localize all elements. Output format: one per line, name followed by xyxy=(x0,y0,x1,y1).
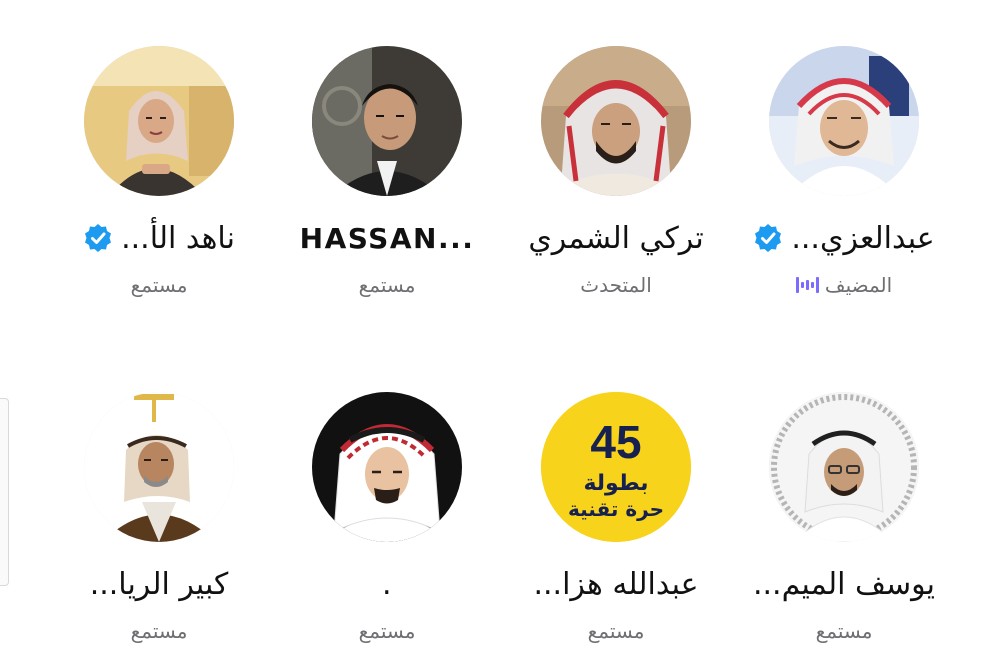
avatar[interactable] xyxy=(769,46,919,196)
role-row: مستمع xyxy=(45,616,273,646)
participant-card[interactable]: عبدالعزي... المضيف xyxy=(730,0,958,300)
participant-role: مستمع xyxy=(358,273,416,297)
avatar-man-bisht xyxy=(84,392,234,542)
participant-card[interactable]: تركي الشمري المتحدث xyxy=(502,0,730,300)
avatar[interactable] xyxy=(541,46,691,196)
avatar[interactable] xyxy=(312,392,462,542)
svg-text:حرة تقنية: حرة تقنية xyxy=(568,497,664,521)
participant-name: عبدالعزي... xyxy=(791,220,935,256)
name-row: عبدالله هزا... xyxy=(502,564,730,604)
name-row: HASSAN... xyxy=(273,218,501,258)
avatar[interactable] xyxy=(312,46,462,196)
avatar[interactable] xyxy=(84,46,234,196)
role-row: مستمع xyxy=(502,616,730,646)
role-row: مستمع xyxy=(730,616,958,646)
avatar-woman-hijab xyxy=(84,46,234,196)
svg-text:بطولة: بطولة xyxy=(583,471,648,496)
role-row: مستمع xyxy=(45,270,273,300)
participant-name: HASSAN... xyxy=(299,221,475,255)
participant-name: عبدالله هزا... xyxy=(533,566,699,602)
participant-name: تركي الشمري xyxy=(528,220,704,256)
participant-card[interactable]: HASSAN... مستمع xyxy=(273,0,501,300)
participant-role: مستمع xyxy=(358,619,416,643)
name-row: ناهد الأ... xyxy=(45,218,273,258)
avatar[interactable] xyxy=(84,392,234,542)
role-row: المضيف xyxy=(730,270,958,300)
participant-role: المتحدث xyxy=(580,273,652,297)
role-row: مستمع xyxy=(273,270,501,300)
name-row: عبدالعزي... xyxy=(730,218,958,258)
avatar-young-man xyxy=(312,46,462,196)
participant-role: مستمع xyxy=(587,619,645,643)
role-row: مستمع xyxy=(273,616,501,646)
participant-role: مستمع xyxy=(130,273,188,297)
name-row: يوسف الميم... xyxy=(730,564,958,604)
role-row: المتحدث xyxy=(502,270,730,300)
avatar-man-white-shemagh xyxy=(769,46,919,196)
speaking-waveform-icon xyxy=(795,275,819,295)
participant-role: مستمع xyxy=(815,619,873,643)
avatar-man-red-shemagh xyxy=(541,46,691,196)
participant-name: . xyxy=(381,566,393,602)
verified-badge-icon xyxy=(753,223,783,253)
participant-card[interactable]: كبير الريا... مستمع xyxy=(45,346,273,646)
avatar-illustrated-man xyxy=(312,392,462,542)
participant-card[interactable]: . مستمع xyxy=(273,346,501,646)
participant-card[interactable]: يوسف الميم... مستمع xyxy=(730,346,958,646)
avatar-logo-badge: 45 بطولة حرة تقنية xyxy=(541,392,691,542)
avatar-man-ghutra-framed xyxy=(769,392,919,542)
verified-badge-icon xyxy=(83,223,113,253)
name-row: تركي الشمري xyxy=(502,218,730,258)
participant-card[interactable]: ناهد الأ... مستمع xyxy=(45,0,273,300)
avatar[interactable] xyxy=(769,392,919,542)
svg-text:45: 45 xyxy=(590,416,641,468)
participant-card[interactable]: 45 بطولة حرة تقنية عبدالله هزا... مستمع xyxy=(502,346,730,646)
participant-name: ناهد الأ... xyxy=(121,220,235,256)
participant-name: يوسف الميم... xyxy=(752,566,936,602)
participants-grid: عبدالعزي... المضيف تركي الشمري المتحدث H… xyxy=(0,0,1000,656)
name-row: . xyxy=(273,564,501,604)
participant-role: مستمع xyxy=(130,619,188,643)
participant-name: كبير الريا... xyxy=(89,566,229,602)
name-row: كبير الريا... xyxy=(45,564,273,604)
avatar[interactable]: 45 بطولة حرة تقنية xyxy=(541,392,691,542)
participant-role: المضيف xyxy=(824,273,893,297)
